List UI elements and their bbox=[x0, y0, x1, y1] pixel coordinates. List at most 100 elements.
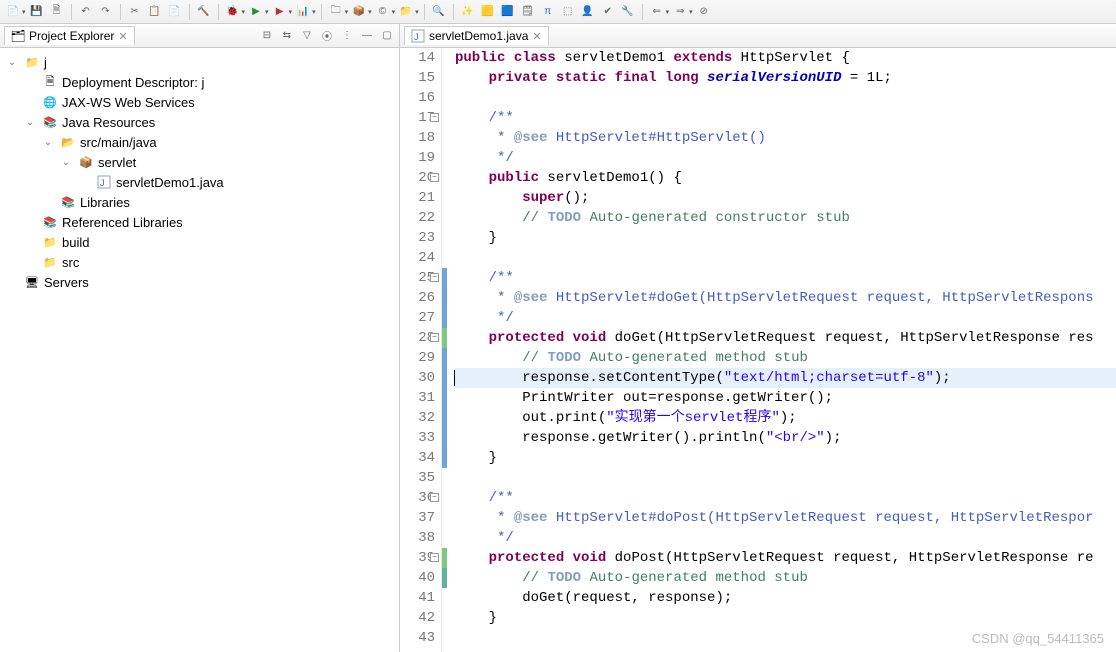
tree-item[interactable]: 📚Referenced Libraries bbox=[0, 212, 399, 232]
code-line[interactable]: response.getWriter().println("<br/>"); bbox=[455, 428, 1116, 448]
tree-item-label: servlet bbox=[98, 155, 136, 170]
t7-icon[interactable]: 🔧 bbox=[619, 3, 637, 21]
pi-icon[interactable]: π bbox=[539, 3, 557, 21]
code-line[interactable]: */ bbox=[455, 528, 1116, 548]
code-line[interactable]: /** bbox=[455, 488, 1116, 508]
new-other-icon[interactable]: 📁 bbox=[397, 3, 415, 21]
filter-icon[interactable]: ▽ bbox=[299, 28, 315, 44]
search-icon[interactable]: 🔍 bbox=[430, 3, 448, 21]
min-icon[interactable]: — bbox=[359, 28, 375, 44]
tree-item[interactable]: 🌐JAX-WS Web Services bbox=[0, 92, 399, 112]
code-line[interactable]: protected void doPost(HttpServletRequest… bbox=[455, 548, 1116, 568]
tree-item[interactable]: ⌄📂src/main/java bbox=[0, 132, 399, 152]
code-line[interactable]: */ bbox=[455, 308, 1116, 328]
editor-tab-label: servletDemo1.java bbox=[429, 29, 528, 43]
t4-icon[interactable]: ⬚ bbox=[559, 3, 577, 21]
code-line[interactable] bbox=[455, 468, 1116, 488]
editor-panel: J servletDemo1.java ✕ 14151617−181920−21… bbox=[400, 24, 1116, 652]
tree-item-label: src/main/java bbox=[80, 135, 157, 150]
undo-icon[interactable]: ↶ bbox=[77, 3, 95, 21]
editor-tab[interactable]: J servletDemo1.java ✕ bbox=[404, 26, 549, 45]
focus-icon[interactable]: ⦿ bbox=[319, 28, 335, 44]
code-line[interactable]: response.setContentType("text/html;chars… bbox=[455, 368, 1116, 388]
code-line[interactable]: public class servletDemo1 extends HttpSe… bbox=[455, 48, 1116, 68]
back-icon[interactable]: ⇐ bbox=[648, 3, 666, 21]
close-icon[interactable]: ✕ bbox=[118, 30, 127, 43]
code-line[interactable]: } bbox=[455, 608, 1116, 628]
package-icon: 📦 bbox=[78, 154, 94, 170]
project-explorer-title: Project Explorer bbox=[29, 29, 114, 43]
code-line[interactable] bbox=[455, 248, 1116, 268]
wand-icon[interactable]: ✨ bbox=[459, 3, 477, 21]
tree-item[interactable]: 📁src bbox=[0, 252, 399, 272]
code-line[interactable]: /** bbox=[455, 108, 1116, 128]
tree-item-label: src bbox=[62, 255, 79, 270]
redo-icon[interactable]: ↷ bbox=[97, 3, 115, 21]
new-icon[interactable]: 📄 bbox=[4, 3, 22, 21]
tree-item[interactable]: ⌄📁j bbox=[0, 52, 399, 72]
code-line[interactable]: public servletDemo1() { bbox=[455, 168, 1116, 188]
stop-icon[interactable]: ⊘ bbox=[695, 3, 713, 21]
code-line[interactable]: * @see HttpServlet#doPost(HttpServletReq… bbox=[455, 508, 1116, 528]
copy-icon[interactable]: 📋 bbox=[146, 3, 164, 21]
tree-item[interactable]: 🖥Servers bbox=[0, 272, 399, 292]
run-ext-icon[interactable]: ▶ bbox=[271, 3, 289, 21]
tree-item[interactable]: ⌄📦servlet bbox=[0, 152, 399, 172]
code-line[interactable]: // TODO Auto-generated constructor stub bbox=[455, 208, 1116, 228]
save-icon[interactable]: 💾 bbox=[28, 3, 46, 21]
t2-icon[interactable]: 🟦 bbox=[499, 3, 517, 21]
code-line[interactable]: // TODO Auto-generated method stub bbox=[455, 568, 1116, 588]
coverage-icon[interactable]: 📊 bbox=[294, 3, 312, 21]
code-line[interactable]: super(); bbox=[455, 188, 1116, 208]
close-icon[interactable]: ✕ bbox=[532, 30, 541, 43]
t3-icon[interactable]: 🗒 bbox=[519, 3, 537, 21]
new-pkg-icon[interactable]: 📦 bbox=[350, 3, 368, 21]
run-icon[interactable]: ▶ bbox=[247, 3, 265, 21]
t1-icon[interactable]: 🟨 bbox=[479, 3, 497, 21]
editor-area[interactable]: 14151617−181920−21⚠22232425−2627▲28−⚠293… bbox=[400, 48, 1116, 652]
src-folder-icon: 📂 bbox=[60, 134, 76, 150]
t5-icon[interactable]: 👤 bbox=[579, 3, 597, 21]
main-toolbar: 📄▾ 💾 🗎 ↶ ↷ ✂ 📋 📄 🔨 🐞▾ ▶▾ ▶▾ 📊▾ 🗀▾ 📦▾ ©▾ … bbox=[0, 0, 1116, 24]
saveall-icon[interactable]: 🗎 bbox=[48, 3, 66, 21]
tree-item[interactable]: JservletDemo1.java bbox=[0, 172, 399, 192]
code-line[interactable]: /** bbox=[455, 268, 1116, 288]
collapse-all-icon[interactable]: ⊟ bbox=[259, 28, 275, 44]
paste-icon[interactable]: 📄 bbox=[166, 3, 184, 21]
code-line[interactable]: out.print("实现第一个servlet程序"); bbox=[455, 408, 1116, 428]
t6-icon[interactable]: ✔ bbox=[599, 3, 617, 21]
build-icon[interactable]: 🔨 bbox=[195, 3, 213, 21]
cut-icon[interactable]: ✂ bbox=[126, 3, 144, 21]
code-line[interactable]: // TODO Auto-generated method stub bbox=[455, 348, 1116, 368]
code-line[interactable]: protected void doGet(HttpServletRequest … bbox=[455, 328, 1116, 348]
tree-item-label: j bbox=[44, 55, 47, 70]
tree-item[interactable]: ⌄📚Java Resources bbox=[0, 112, 399, 132]
folder-icon: 📁 bbox=[42, 234, 58, 250]
code-line[interactable]: * @see HttpServlet#HttpServlet() bbox=[455, 128, 1116, 148]
java-file-icon: J bbox=[96, 174, 112, 190]
code-line[interactable]: } bbox=[455, 448, 1116, 468]
project-tree[interactable]: ⌄📁j🗎Deployment Descriptor: j🌐JAX-WS Web … bbox=[0, 48, 399, 652]
new-server-icon[interactable]: 🗀 bbox=[327, 3, 345, 21]
max-icon[interactable]: ▢ bbox=[379, 28, 395, 44]
code-line[interactable]: * @see HttpServlet#doGet(HttpServletRequ… bbox=[455, 288, 1116, 308]
project-icon: 📁 bbox=[24, 54, 40, 70]
tree-item-label: Servers bbox=[44, 275, 89, 290]
new-class-icon[interactable]: © bbox=[374, 3, 392, 21]
view-menu-icon[interactable]: ⋮ bbox=[339, 28, 355, 44]
debug-icon[interactable]: 🐞 bbox=[224, 3, 242, 21]
code-line[interactable]: */ bbox=[455, 148, 1116, 168]
link-editor-icon[interactable]: ⇆ bbox=[279, 28, 295, 44]
project-explorer-tab[interactable]: 🗂 Project Explorer ✕ bbox=[4, 26, 135, 45]
code-line[interactable]: PrintWriter out=response.getWriter(); bbox=[455, 388, 1116, 408]
code-line[interactable]: private static final long serialVersionU… bbox=[455, 68, 1116, 88]
code-line[interactable]: } bbox=[455, 228, 1116, 248]
fwd-icon[interactable]: ⇒ bbox=[671, 3, 689, 21]
tree-item-label: Java Resources bbox=[62, 115, 155, 130]
tree-item[interactable]: 📚Libraries bbox=[0, 192, 399, 212]
code-line[interactable]: doGet(request, response); bbox=[455, 588, 1116, 608]
tree-item[interactable]: 📁build bbox=[0, 232, 399, 252]
project-explorer-panel: 🗂 Project Explorer ✕ ⊟ ⇆ ▽ ⦿ ⋮ — ▢ ⌄📁j🗎D… bbox=[0, 24, 400, 652]
tree-item[interactable]: 🗎Deployment Descriptor: j bbox=[0, 72, 399, 92]
code-line[interactable] bbox=[455, 88, 1116, 108]
